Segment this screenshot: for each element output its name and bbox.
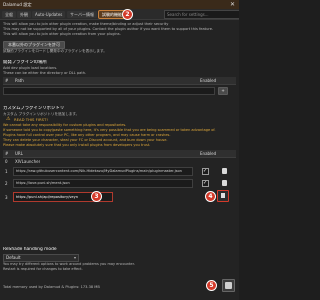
close-icon[interactable]: ✕ (230, 1, 235, 8)
warning-icon: ⚠ (6, 116, 11, 122)
annotation-badge-4: 4 (205, 191, 216, 202)
trash-icon[interactable] (222, 168, 227, 174)
repo-row-2-num: 2 (5, 181, 8, 186)
memory-usage-text: Total memory used by Dalamud & Plugins: … (3, 285, 100, 289)
repo-row-0-url: XIVLauncher (15, 159, 41, 164)
repo-row-1-url-input[interactable]: https://raw.githubusercontent.com/Nik-Hi… (13, 167, 193, 176)
add-repo-button[interactable] (217, 190, 229, 202)
repo-row-1-enabled-checkbox[interactable] (202, 168, 209, 175)
reshade-mode-select[interactable]: Default ▾ (3, 254, 79, 262)
annotation-badge-5: 5 (206, 280, 217, 291)
tab-auto-updates[interactable]: Auto-Updates (32, 11, 66, 18)
chevron-down-icon: ▾ (73, 255, 76, 260)
repo-row-2-url: https://love.puni.sh/ment.json (16, 181, 70, 185)
reshade-mode-value: Default (6, 255, 21, 260)
trash-icon[interactable] (222, 180, 227, 186)
dev-plugins-header: 開発プラグインの場所 (3, 60, 47, 65)
warning-title: READ THIS FIRST! (14, 117, 48, 122)
repo-row-3-num: 3 (5, 195, 8, 200)
repo-col-url: URL (15, 151, 23, 156)
dev-plugins-table-header: # Path Enabled (3, 77, 236, 85)
intro-line-3: This will allow you to join other plugin… (3, 32, 121, 36)
tab-general[interactable]: 全般 (2, 11, 16, 18)
tab-bar: 全般 外観 Auto-Updates サーバー情報 試験的機能 2 Search… (0, 9, 239, 20)
window-title: Dalamud 設定 (3, 2, 32, 7)
beta-description: 試験的プラグインをロードし開発中のプラグインを表示します。 (3, 49, 107, 53)
allow-beta-plugins-button[interactable]: 本番以外のプラグインを許可 (3, 41, 65, 49)
repo-row-0-num: 0 (5, 159, 8, 164)
annotation-badge-2: 2 (122, 9, 133, 20)
repo-col-enabled: Enabled (200, 151, 217, 156)
repo-col-hash: # (5, 151, 9, 156)
dev-col-hash: # (5, 78, 9, 83)
repo-row-2-url-input[interactable]: https://love.puni.sh/ment.json (13, 179, 193, 188)
warning-line-5: Please make absolutely sure that you onl… (3, 143, 151, 147)
repo-row-2-enabled-checkbox[interactable] (202, 180, 209, 187)
reshade-header: ReShade handling mode (3, 247, 57, 252)
dev-col-enabled: Enabled (200, 78, 217, 83)
dev-plugin-path-input[interactable] (3, 87, 215, 95)
settings-window: Dalamud 設定 ✕ 全般 外観 Auto-Updates サーバー情報 試… (0, 0, 239, 300)
repo-row-1-url: https://raw.githubusercontent.com/Nik-Hi… (16, 169, 182, 173)
save-icon (225, 282, 232, 289)
tab-server-info[interactable]: サーバー情報 (67, 11, 97, 18)
dev-col-path: Path (15, 78, 24, 83)
tab-appearance[interactable]: 外観 (17, 11, 31, 18)
search-input[interactable]: Search for settings... (164, 10, 239, 19)
reshade-desc-2: Restart is required for changes to take … (3, 267, 83, 271)
dev-plugins-desc-2: These can be either the directory or DLL… (3, 71, 87, 75)
repos-table-header: # URL Enabled (3, 150, 236, 158)
save-button[interactable] (222, 279, 235, 292)
add-icon (221, 193, 225, 198)
add-dev-path-button[interactable]: + (218, 87, 228, 95)
repo-row-1-num: 1 (5, 169, 8, 174)
title-bar[interactable]: Dalamud 設定 ✕ (0, 0, 239, 9)
annotation-badge-3: 3 (91, 191, 102, 202)
custom-repos-header: カスタムプラグインリポジトリ (3, 106, 65, 111)
